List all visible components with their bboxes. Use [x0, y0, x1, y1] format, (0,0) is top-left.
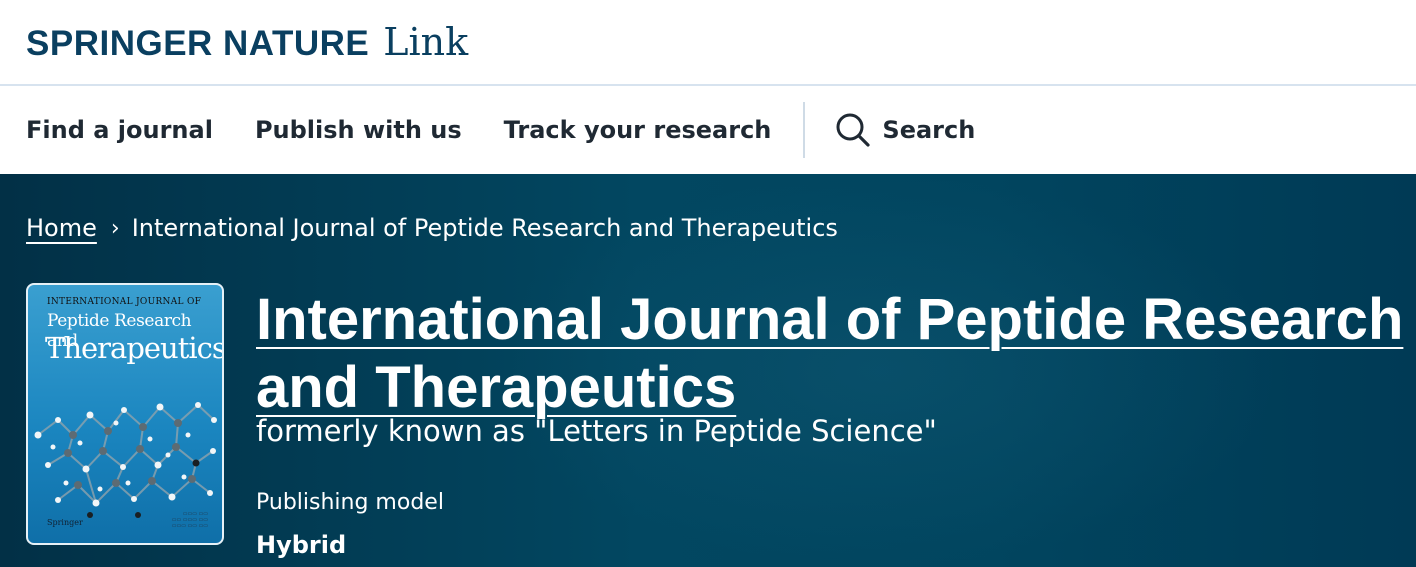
breadcrumb: Home › International Journal of Peptide … [26, 214, 838, 242]
site-header: SPRINGER NATURE Link [0, 0, 1416, 86]
formerly-known-as: formerly known as "Letters in Peptide Sc… [256, 414, 937, 448]
search-button[interactable]: Search [835, 112, 975, 148]
nav-track-your-research[interactable]: Track your research [504, 116, 772, 144]
publishing-model-value: Hybrid [256, 531, 347, 559]
logo-springer-nature: SPRINGER NATURE [26, 24, 370, 63]
cover-publisher: Springer [47, 518, 83, 527]
molecule-illustration [34, 402, 217, 518]
nav-find-a-journal[interactable]: Find a journal [26, 116, 213, 144]
main-nav: Find a journal Publish with us Track you… [0, 86, 1416, 174]
cover-title-line1: INTERNATIONAL JOURNAL OF [47, 297, 202, 307]
nav-divider [803, 102, 806, 158]
cover-title-line3: Therapeutics [45, 331, 224, 365]
search-label: Search [882, 116, 976, 144]
journal-hero: Home › International Journal of Peptide … [0, 174, 1416, 567]
cover-issn-block: ▭▭▭ ▭▭ ▭▭ ▭▭▭ ▭▭ ▭▭▭ ▭▭ ▭▭ [171, 511, 208, 529]
logo-link-word: Link [383, 20, 469, 64]
breadcrumb-current: International Journal of Peptide Researc… [131, 214, 838, 242]
nav-publish-with-us[interactable]: Publish with us [255, 116, 462, 144]
breadcrumb-separator-icon: › [110, 215, 120, 241]
breadcrumb-home[interactable]: Home [26, 214, 97, 242]
springer-nature-link-logo[interactable]: SPRINGER NATURE Link [26, 20, 468, 64]
journal-title-link[interactable]: International Journal of Peptide Researc… [256, 286, 1406, 422]
search-icon [836, 113, 871, 147]
journal-cover-image[interactable]: INTERNATIONAL JOURNAL OF Peptide Researc… [26, 283, 224, 545]
publishing-model-label: Publishing model [256, 490, 444, 515]
